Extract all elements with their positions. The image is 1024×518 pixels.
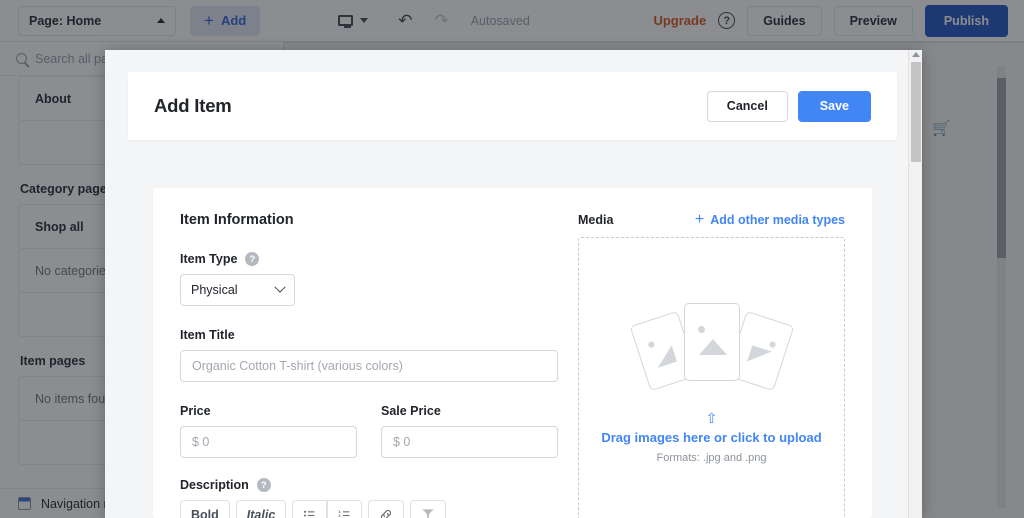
cancel-button[interactable]: Cancel xyxy=(706,90,788,122)
chevron-down-icon xyxy=(274,281,286,293)
sale-price-placeholder: $ 0 xyxy=(393,435,411,449)
media-dropzone[interactable]: ⇧ Drag images here or click to upload Fo… xyxy=(578,237,845,518)
modal-scrollbar-thumb[interactable] xyxy=(911,62,921,162)
media-label: Media xyxy=(578,213,614,227)
item-title-placeholder: Organic Cotton T-shirt (various colors) xyxy=(192,359,403,373)
price-input[interactable]: $ 0 xyxy=(180,426,357,458)
formats-note: Formats: .jpg and .png xyxy=(656,452,767,464)
numbered-list-icon: 1 2 3 xyxy=(339,509,350,518)
link-icon xyxy=(381,509,392,518)
price-label: Price xyxy=(180,404,357,418)
bold-button[interactable]: Bold xyxy=(180,500,230,518)
link-button[interactable] xyxy=(368,500,405,518)
plus-icon: + xyxy=(694,211,705,228)
description-label: Description ? xyxy=(180,478,558,492)
upload-icon: ⇧ xyxy=(705,410,718,426)
section-title: Item Information xyxy=(180,212,294,228)
item-type-label: Item Type ? xyxy=(180,252,558,266)
description-toolbar: Bold Italic 1 2 xyxy=(180,500,558,518)
bulleted-list-icon xyxy=(304,510,315,518)
image-placeholder-icon xyxy=(629,295,794,395)
modal-title: Add Item xyxy=(154,95,232,116)
numbered-list-button[interactable]: 1 2 3 xyxy=(327,500,363,518)
help-icon[interactable]: ? xyxy=(256,478,271,492)
item-title-input[interactable]: Organic Cotton T-shirt (various colors) xyxy=(180,350,558,382)
save-button[interactable]: Save xyxy=(797,90,871,122)
sale-price-label-text: Sale Price xyxy=(381,404,441,418)
media-column: Media + Add other media types ⇧ Drag ima… xyxy=(558,212,845,518)
item-title-label-text: Item Title xyxy=(180,328,235,342)
item-type-value: Physical xyxy=(191,283,238,297)
item-type-select[interactable]: Physical xyxy=(180,274,295,306)
modal-scrollbar[interactable] xyxy=(908,50,922,518)
clear-formatting-button[interactable] xyxy=(410,500,447,518)
add-other-media-types-button[interactable]: + Add other media types xyxy=(695,212,845,228)
modal-body: Item Information Item Type ? Physical It… xyxy=(153,188,872,518)
item-title-label: Item Title xyxy=(180,328,558,342)
sale-price-label: Sale Price xyxy=(381,404,558,418)
price-row: Price $ 0 Sale Price $ 0 xyxy=(180,404,558,458)
item-type-label-text: Item Type xyxy=(180,252,238,266)
scrollbar-up-arrow-icon[interactable] xyxy=(912,52,920,57)
bulleted-list-button[interactable] xyxy=(292,500,328,518)
modal-actions: Cancel Save xyxy=(706,90,871,122)
app-root: Page: Home + Add ↶ ↷ Autosaved Upgrade ?… xyxy=(0,0,1024,518)
price-label-text: Price xyxy=(180,404,211,418)
clear-formatting-icon xyxy=(423,509,434,518)
description-label-text: Description xyxy=(180,478,249,492)
help-icon[interactable]: ? xyxy=(245,252,260,266)
modal-header: Add Item Cancel Save xyxy=(128,72,897,140)
drop-zone-link[interactable]: Drag images here or click to upload xyxy=(601,430,821,445)
italic-button[interactable]: Italic xyxy=(235,500,287,518)
sale-price-input[interactable]: $ 0 xyxy=(381,426,558,458)
add-other-media-label: Add other media types xyxy=(710,213,845,227)
price-placeholder: $ 0 xyxy=(192,435,210,449)
add-item-modal: Add Item Cancel Save Item Information It… xyxy=(105,50,922,518)
item-information-column: Item Information Item Type ? Physical It… xyxy=(180,212,558,518)
media-header: Media + Add other media types xyxy=(578,212,845,228)
photo-card-center xyxy=(683,303,740,381)
